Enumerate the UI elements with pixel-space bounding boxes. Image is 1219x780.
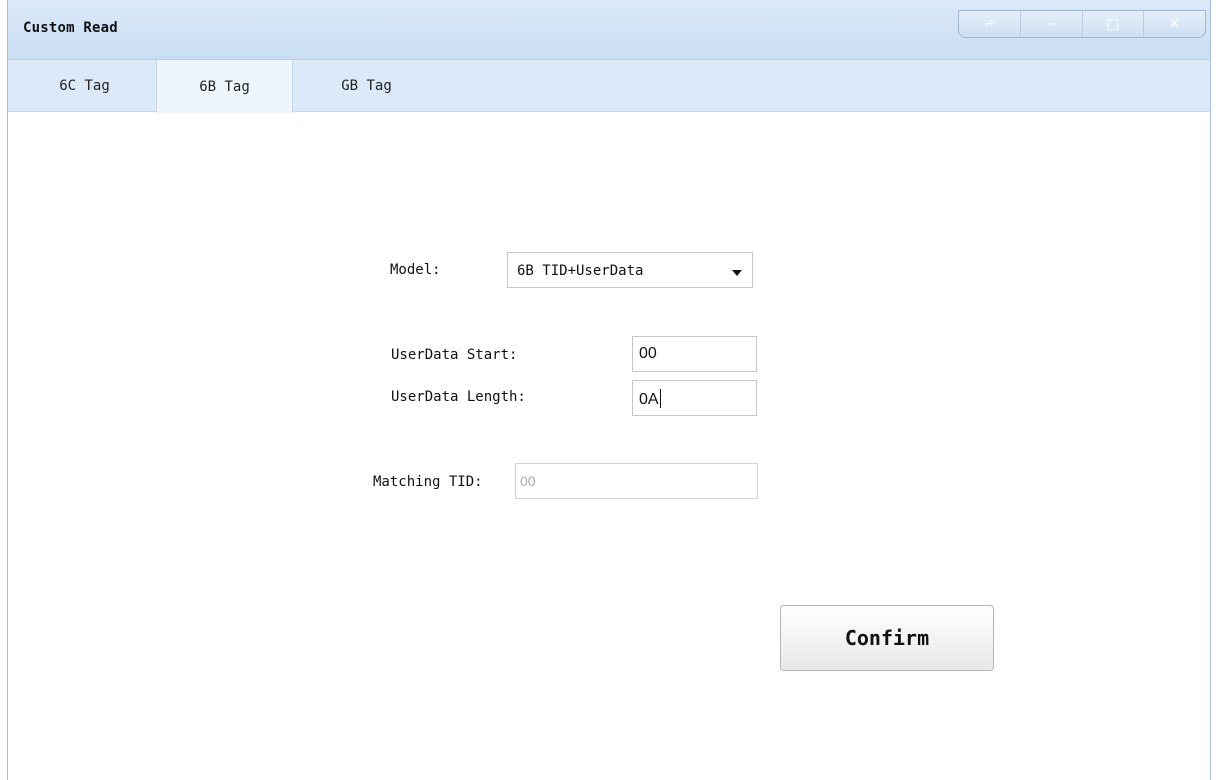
tab-gb-tag[interactable]: GB Tag: [298, 60, 435, 112]
userdata-length-text: 0A: [639, 389, 661, 409]
window-title: Custom Read: [23, 20, 118, 36]
userdata-start-input[interactable]: 00: [632, 336, 757, 372]
userdata-start-label: UserData Start:: [391, 347, 518, 363]
minimize-icon[interactable]: –: [1021, 11, 1083, 37]
matching-tid-input[interactable]: 00: [515, 463, 758, 499]
window-controls: ⩫ – □ ✕: [958, 10, 1206, 38]
tab-6b-tag[interactable]: 6B Tag: [156, 60, 293, 113]
userdata-length-label: UserData Length:: [391, 389, 526, 405]
tab-bar: 6C Tag 6B Tag GB Tag: [8, 60, 1210, 113]
tab-6c-tag[interactable]: 6C Tag: [16, 60, 153, 112]
model-label: Model:: [390, 262, 441, 278]
matching-tid-value: 00: [520, 473, 536, 489]
model-select-value: 6B TID+UserData: [517, 263, 644, 279]
close-icon[interactable]: ✕: [1144, 11, 1205, 37]
chevron-down-icon: [732, 270, 742, 276]
title-bar: Custom Read ⩫ – □ ✕: [8, 0, 1210, 60]
maximize-icon[interactable]: □: [1083, 11, 1145, 37]
model-select[interactable]: 6B TID+UserData: [507, 252, 753, 288]
matching-tid-label: Matching TID:: [373, 474, 483, 490]
dropdown-icon[interactable]: ⩫: [959, 11, 1021, 37]
confirm-button[interactable]: Confirm: [780, 605, 994, 671]
custom-read-window: Custom Read ⩫ – □ ✕ 6C Tag 6B Tag GB Tag…: [7, 0, 1211, 780]
userdata-length-value: 0A: [639, 391, 659, 408]
text-caret: [659, 389, 661, 408]
userdata-length-input[interactable]: 0A: [632, 380, 757, 416]
userdata-start-value: 00: [639, 345, 657, 362]
